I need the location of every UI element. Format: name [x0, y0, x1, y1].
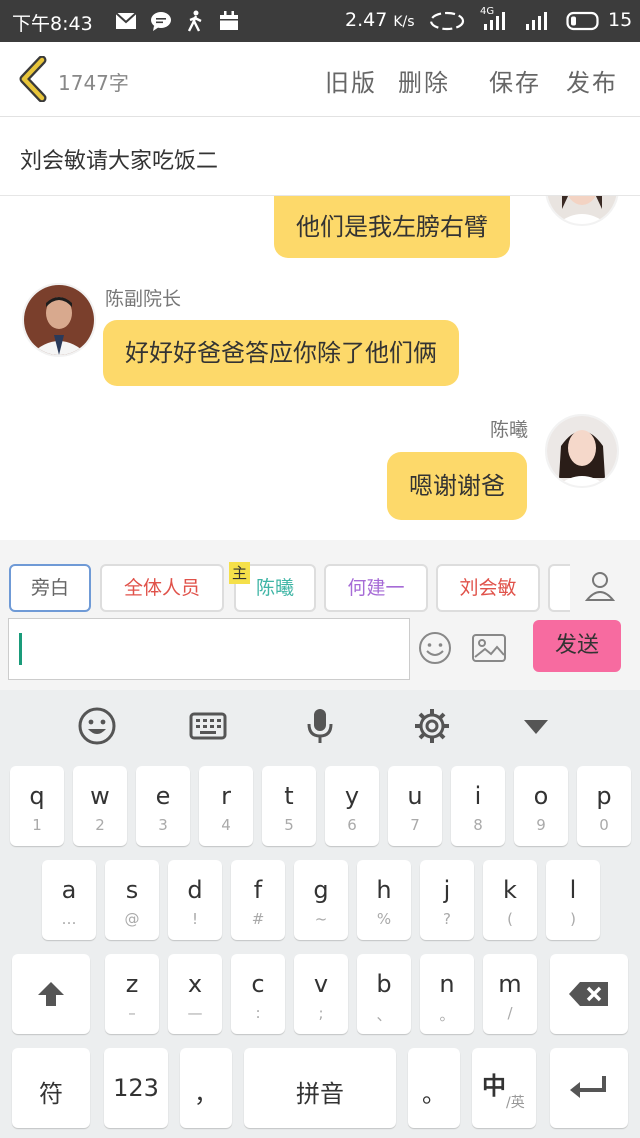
- backspace-key[interactable]: [550, 954, 628, 1034]
- key-r[interactable]: r4: [199, 766, 253, 846]
- key-o[interactable]: o9: [514, 766, 568, 846]
- chat-area[interactable]: 他们是我左膀右臂 陈副院长 好好好爸爸答应你除了他们俩 陈曦 嗯谢谢爸: [0, 196, 640, 540]
- role-tab-overflow[interactable]: [548, 564, 572, 612]
- delete-button[interactable]: 删除: [398, 63, 450, 98]
- add-role-icon[interactable]: [570, 562, 634, 612]
- walk-icon: [187, 10, 202, 32]
- sync-icon: [429, 11, 465, 31]
- key-m[interactable]: m /: [483, 954, 537, 1034]
- calendar-icon: [220, 11, 238, 30]
- role-label: 何建一: [347, 577, 405, 599]
- avatar[interactable]: [545, 196, 619, 226]
- key-a[interactable]: a…: [42, 860, 96, 940]
- keyboard-icon[interactable]: [188, 706, 228, 746]
- key-h[interactable]: h%: [357, 860, 411, 940]
- message-bubble[interactable]: 他们是我左膀右臂: [274, 196, 510, 258]
- settings-icon[interactable]: [412, 706, 452, 746]
- key-x[interactable]: x —: [168, 954, 222, 1034]
- key-f[interactable]: f #: [231, 860, 285, 940]
- key-u[interactable]: u7: [388, 766, 442, 846]
- period-key[interactable]: 。: [408, 1048, 460, 1128]
- key-n[interactable]: n。: [420, 954, 474, 1034]
- role-tab-narrator[interactable]: 旁白: [9, 564, 91, 612]
- enter-key[interactable]: [550, 1048, 628, 1128]
- status-bar: 下午8:43 2.47 K/s 4G 15: [0, 0, 640, 42]
- space-key[interactable]: 拼音: [244, 1048, 396, 1128]
- title-bar: 1747字 旧版 删除 保存 发布: [0, 42, 640, 117]
- old-version-button[interactable]: 旧版: [325, 63, 377, 98]
- key-w[interactable]: w2: [73, 766, 127, 846]
- symbols-key[interactable]: 符: [12, 1048, 90, 1128]
- chat-icon: [151, 12, 171, 31]
- role-tab-everyone[interactable]: 全体人员: [100, 564, 224, 612]
- lead-badge: 主: [229, 562, 251, 584]
- key-g[interactable]: g ~: [294, 860, 348, 940]
- key-p[interactable]: p0: [577, 766, 631, 846]
- key-e[interactable]: e3: [136, 766, 190, 846]
- collapse-icon[interactable]: [516, 706, 556, 746]
- mail-icon: [115, 12, 137, 29]
- chapter-title[interactable]: 刘会敏请大家吃饭二: [20, 143, 218, 175]
- key-i[interactable]: i8: [451, 766, 505, 846]
- soft-keyboard: q1w2e3r4t5y6u7i8o9p0 a… s @ d! f # g ~ h% j? k(l) …: [0, 690, 640, 1138]
- avatar[interactable]: [22, 283, 96, 357]
- save-button[interactable]: 保存: [489, 63, 541, 98]
- language-switch-key[interactable]: 中 /英: [472, 1048, 536, 1128]
- send-button[interactable]: 发送: [533, 620, 621, 672]
- key-t[interactable]: t5: [262, 766, 316, 846]
- word-count: 1747字: [58, 71, 129, 95]
- sender-name: 陈曦: [490, 419, 529, 441]
- emoji-icon[interactable]: [77, 706, 117, 746]
- key-y[interactable]: y6: [325, 766, 379, 846]
- text-cursor: [19, 633, 22, 665]
- key-d[interactable]: d!: [168, 860, 222, 940]
- mic-icon[interactable]: [300, 706, 340, 746]
- key-q[interactable]: q1: [10, 766, 64, 846]
- key-s[interactable]: s @: [105, 860, 159, 940]
- battery-icon: [566, 11, 599, 31]
- role-label: 刘会敏: [459, 577, 517, 599]
- key-c[interactable]: c:: [231, 954, 285, 1034]
- shift-key[interactable]: [12, 954, 90, 1034]
- role-tab-liuhuimin[interactable]: 刘会敏: [436, 564, 540, 612]
- emoji-icon[interactable]: [417, 630, 453, 666]
- avatar[interactable]: [545, 414, 619, 488]
- publish-button[interactable]: 发布: [566, 63, 618, 98]
- back-arrow-icon[interactable]: [14, 56, 54, 102]
- signal-icon: [484, 12, 505, 30]
- message-bubble[interactable]: 好好好爸爸答应你除了他们俩: [103, 320, 459, 386]
- role-tab-hejianyi[interactable]: 何建一: [324, 564, 428, 612]
- key-b[interactable]: b、: [357, 954, 411, 1034]
- battery-level: 15: [608, 9, 633, 31]
- key-z[interactable]: z –: [105, 954, 159, 1034]
- key-l[interactable]: l): [546, 860, 600, 940]
- role-label: 全体人员: [123, 577, 200, 599]
- image-icon[interactable]: [471, 632, 507, 664]
- numbers-key[interactable]: 123: [104, 1048, 168, 1128]
- chapter-header: 刘会敏请大家吃饭二: [0, 117, 640, 196]
- key-j[interactable]: j?: [420, 860, 474, 940]
- key-v[interactable]: v;: [294, 954, 348, 1034]
- status-time: 下午8:43: [12, 13, 93, 35]
- signal-icon: [526, 12, 547, 30]
- network-speed: 2.47 K/s: [345, 9, 415, 31]
- comma-key[interactable]: ，: [180, 1048, 232, 1128]
- role-label: 陈曦: [255, 577, 294, 599]
- message-bubble[interactable]: 嗯谢谢爸: [387, 452, 527, 520]
- role-selector-bar: 旁白 全体人员 陈曦 主 何建一 刘会敏 发送: [0, 540, 640, 690]
- sender-name: 陈副院长: [105, 288, 182, 310]
- key-k[interactable]: k(: [483, 860, 537, 940]
- role-label: 旁白: [30, 577, 69, 599]
- message-input[interactable]: [8, 618, 410, 680]
